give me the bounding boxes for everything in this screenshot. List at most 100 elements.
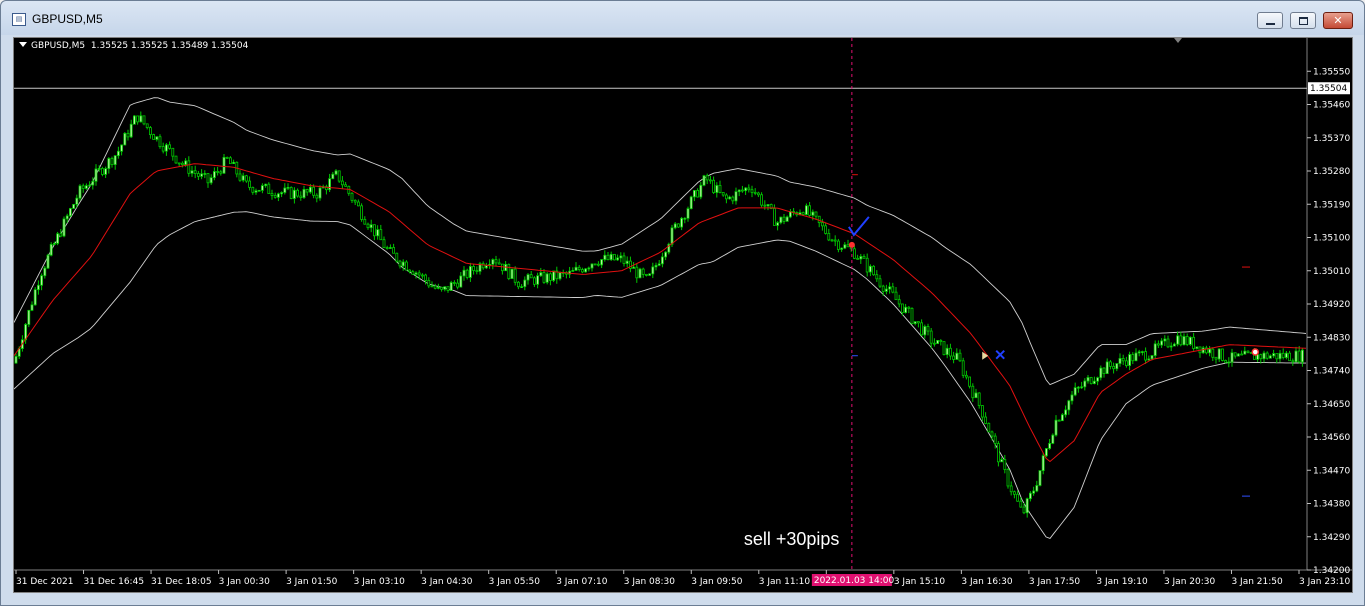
candle-body [1265,352,1269,359]
candle-body [574,266,578,271]
candle-body [1150,355,1154,360]
candle-body [1118,358,1122,364]
candle-body [763,204,767,207]
candle-body [491,259,495,265]
candle-body [356,201,360,207]
candle-body [1169,345,1173,348]
candle-body [865,257,869,273]
candle-body [833,239,837,242]
candle-body [1131,354,1135,362]
candle-body [1134,352,1138,362]
candle-body [187,160,191,174]
candle-body [475,270,479,272]
candle-body [670,227,674,245]
candle-body [1112,365,1115,370]
minimize-button[interactable] [1257,12,1283,29]
candle-body [481,263,485,269]
candle-body [1269,355,1272,359]
time-tick-label: 3 Jan 03:10 [354,577,406,587]
price-chart[interactable]: 1.35550 1.35460 1.35370 1.35280 1.35190 1.351… [13,37,1353,593]
candle-body [885,288,888,292]
candle-body [1160,340,1163,346]
candle-body [443,286,447,290]
close-button[interactable]: ✕ [1323,12,1353,29]
candle-body [1214,356,1218,360]
candle-body [1019,500,1023,508]
time-tick-label: 3 Jan 17:50 [1029,577,1081,587]
candle-body [657,263,661,266]
time-tick-label: 3 Jan 21:50 [1231,577,1283,587]
candle-body [709,179,712,182]
candle-body [424,274,428,281]
candle-body [462,269,466,277]
candle-body [312,186,316,196]
candle-body [904,306,907,313]
candle-body [225,156,229,159]
candle-body [449,282,453,291]
candle-body [785,216,789,222]
candle-body [766,204,770,207]
title-bar[interactable]: ▤ GBPUSD,M5 ✕ [1,1,1364,35]
candle-body [846,244,850,248]
candle-body [683,217,687,220]
candle-body [1185,336,1189,345]
candle-body [248,180,252,188]
candle-body [520,286,524,289]
candle-body [721,191,725,196]
candle-body [945,347,949,356]
candle-body [1077,386,1080,389]
candle-body [433,285,437,289]
candle-body [696,190,699,198]
candle-body [302,189,306,198]
candle-body [219,171,223,174]
candle-body [350,192,354,201]
candle-body [369,224,373,229]
window-title: GBPUSD,M5 [32,12,103,26]
candle-body [1275,353,1279,360]
candle-body [1246,350,1250,353]
exit-cross-icon [995,350,1005,360]
candle-body [552,270,555,281]
candle-body [757,192,760,196]
candle-body [366,223,370,229]
candle-body [270,193,274,196]
candle-body [401,261,405,267]
candle-body [622,255,626,264]
candle-body [280,192,284,195]
candle-body [1000,459,1003,463]
candle-body [705,175,709,181]
chart-canvas[interactable]: 1.35550 1.35460 1.35370 1.35280 1.35190 1.351… [14,38,1352,592]
chart-ohlc: 1.35525 1.35525 1.35489 1.35504 [90,41,249,51]
scroll-shift-marker-icon[interactable] [1174,38,1182,43]
chart-menu-icon[interactable] [19,42,27,47]
candle-body [436,286,440,289]
candle-body [977,392,981,406]
bollinger-lower-band [14,211,1306,539]
candle-body [814,211,818,217]
candle-body [337,170,341,182]
time-tick-label: 3 Jan 05:50 [489,577,541,587]
candle-body [811,211,815,216]
candle-body [830,239,834,242]
candle-body [427,280,431,287]
candle-body [1121,358,1125,362]
candle-body [1301,349,1304,363]
candle-body [382,239,386,249]
chart-symbol: GBPUSD,M5 [31,41,86,51]
candle-body [981,405,984,418]
candle-body [267,183,271,194]
candle-body [1048,443,1051,449]
candle-body [747,187,751,191]
crosshair-time-label: 2022.01.03 14:00 [814,576,895,586]
candle-body [875,274,879,280]
maximize-button[interactable] [1290,12,1316,29]
candle-body [216,171,220,173]
candle-body [1227,361,1231,364]
time-tick-label: 3 Jan 07:10 [556,577,608,587]
candle-body [414,272,418,275]
candle-body [494,259,498,264]
candle-body [1182,336,1186,346]
candle-body [974,392,978,399]
time-tick-label: 3 Jan 04:30 [421,577,473,587]
candle-body [46,254,50,269]
